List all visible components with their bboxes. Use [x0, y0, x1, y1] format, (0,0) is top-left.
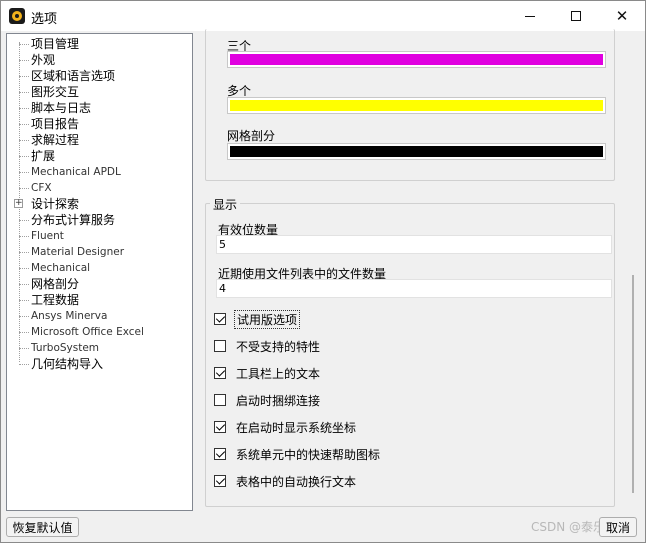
tree-connector	[19, 236, 29, 237]
minimize-button[interactable]	[507, 1, 553, 31]
checkbox-checked-icon[interactable]	[214, 313, 226, 325]
checkbox-label[interactable]: 试用版选项	[234, 309, 301, 329]
tree-connector	[19, 76, 29, 77]
checkbox-label[interactable]: 不受支持的特性	[234, 338, 322, 355]
tree-item-label: Microsoft Office Excel	[31, 326, 144, 338]
tree-item-label: 分布式计算服务	[31, 213, 116, 227]
option-checkbox-row[interactable]: 在启动时显示系统坐标	[214, 418, 358, 436]
tree-item-label: 外观	[31, 53, 56, 67]
tree-connector	[19, 348, 29, 349]
option-checkbox-row[interactable]: 启动时捆绑连接	[214, 391, 322, 409]
tree-connector	[19, 44, 29, 45]
options-dialog: 选项 ✕ 项目管理外观区域和语言选项 图形交互脚本与日志项目报告求解过程扩展 Mec…	[0, 0, 646, 543]
cancel-button[interactable]: 取消	[599, 517, 637, 537]
tree-connector	[19, 284, 29, 285]
tree-item-label: 图形交互	[31, 85, 80, 99]
tree-connector	[19, 332, 29, 333]
sig-digits-input[interactable]: 5	[216, 235, 612, 254]
minimize-icon	[525, 15, 535, 17]
tree-connector	[19, 300, 29, 301]
tree-item-label: 区域和语言选项	[31, 69, 116, 83]
option-checkbox-row[interactable]: 试用版选项	[214, 309, 301, 329]
options-content-panel: 三个 多个 网格剖分 显示 有效位数量 5 近期使用文件列表中的文件数量 4 试…	[197, 29, 634, 511]
checkbox-unchecked-icon[interactable]	[214, 394, 226, 406]
tree-item-label: CFX	[31, 182, 52, 194]
tree-item-label: Material Designer	[31, 246, 125, 258]
options-tree: 项目管理外观区域和语言选项 图形交互脚本与日志项目报告求解过程扩展 Mechanic…	[6, 33, 193, 511]
tree-item-label: 网格剖分	[31, 277, 80, 291]
close-button[interactable]: ✕	[599, 1, 645, 31]
checkbox-checked-icon[interactable]	[214, 367, 226, 379]
checkbox-label[interactable]: 启动时捆绑连接	[234, 392, 322, 409]
option-checkbox-row[interactable]: 表格中的自动换行文本	[214, 472, 358, 490]
tree-connector	[19, 124, 29, 125]
tree-connector	[19, 252, 29, 253]
checkbox-label[interactable]: 系统单元中的快速帮助图标	[234, 446, 382, 463]
tree-connector	[19, 140, 29, 141]
option-checkbox-row[interactable]: 不受支持的特性	[214, 337, 322, 355]
color-fill-mesh	[230, 146, 603, 157]
tree-item-label: 求解过程	[31, 133, 80, 147]
color-swatch-three[interactable]	[227, 51, 606, 68]
title-bar: 选项 ✕	[1, 1, 645, 31]
checkbox-checked-icon[interactable]	[214, 421, 226, 433]
color-fill-three	[230, 54, 603, 65]
checkbox-label[interactable]: 工具栏上的文本	[234, 365, 322, 382]
tree-connector	[19, 268, 29, 269]
tree-item-label: Ansys Minerva	[31, 310, 108, 322]
maximize-icon	[571, 11, 581, 21]
color-swatch-multiple[interactable]	[227, 97, 606, 114]
tree-connector	[19, 92, 29, 93]
window-title: 选项	[31, 12, 58, 27]
tree-item-label: 几何结构导入	[31, 357, 104, 371]
tree-item-label: Mechanical APDL	[31, 166, 121, 178]
tree-connector	[19, 156, 29, 157]
tree-connector	[19, 172, 29, 173]
tree-connector	[19, 220, 29, 221]
checkbox-label[interactable]: 表格中的自动换行文本	[234, 473, 358, 490]
tree-item-label: 项目报告	[31, 117, 80, 131]
tree-connector	[19, 364, 29, 365]
close-icon: ✕	[615, 7, 629, 25]
tree-item-label: TurboSystem	[31, 342, 100, 354]
tree-connector	[19, 60, 29, 61]
checkbox-checked-icon[interactable]	[214, 448, 226, 460]
ansys-app-icon	[9, 8, 25, 24]
tree-item-label: 设计探索	[31, 197, 80, 211]
tree-item-label: 扩展	[31, 149, 56, 163]
maximize-button[interactable]	[553, 1, 599, 31]
option-checkbox-row[interactable]: 系统单元中的快速帮助图标	[214, 445, 382, 463]
scrollbar-thumb[interactable]	[632, 275, 634, 493]
tree-item-label: 项目管理	[31, 37, 80, 51]
expand-plus-icon[interactable]: +	[14, 199, 23, 208]
tree-item-label: Mechanical	[31, 262, 91, 274]
tree-item-label: 脚本与日志	[31, 101, 92, 115]
color-label-mesh: 网格剖分	[227, 129, 276, 143]
watermark-text: CSDN @泰乐	[531, 520, 606, 534]
color-fill-multiple	[230, 100, 603, 111]
checkbox-unchecked-icon[interactable]	[214, 340, 226, 352]
tree-item-label: Fluent	[31, 230, 64, 242]
checkbox-checked-icon[interactable]	[214, 475, 226, 487]
tree-connector	[19, 316, 29, 317]
option-checkbox-row[interactable]: 工具栏上的文本	[214, 364, 322, 382]
checkbox-label[interactable]: 在启动时显示系统坐标	[234, 419, 358, 436]
display-legend: 显示	[210, 196, 241, 213]
restore-defaults-button[interactable]: 恢复默认值	[6, 517, 79, 537]
tree-item-label: 工程数据	[31, 293, 80, 307]
recent-files-input[interactable]: 4	[216, 279, 612, 298]
tree-connector	[19, 188, 29, 189]
tree-connector	[19, 108, 29, 109]
color-swatch-mesh[interactable]	[227, 143, 606, 160]
